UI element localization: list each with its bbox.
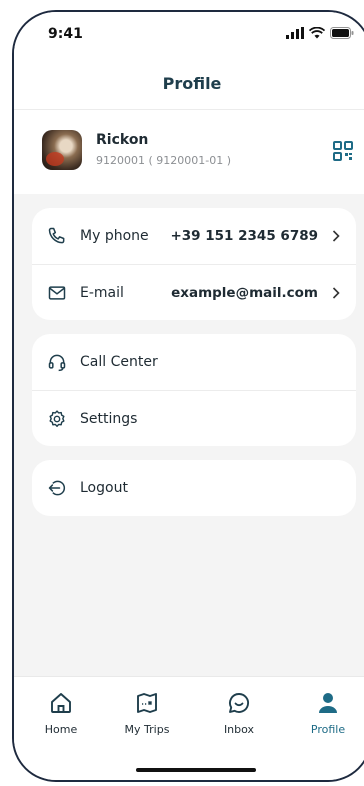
tab-my-trips-label: My Trips — [124, 723, 170, 736]
tab-inbox[interactable]: Inbox — [204, 691, 274, 736]
contact-group: My phone +39 151 2345 6789 E-mail exampl… — [32, 208, 356, 320]
tab-home[interactable]: Home — [26, 691, 96, 736]
avatar — [42, 130, 82, 170]
qr-code-icon[interactable] — [332, 140, 354, 162]
tab-inbox-label: Inbox — [223, 723, 255, 736]
home-icon — [51, 693, 71, 713]
tab-my-trips[interactable]: My Trips — [112, 691, 182, 736]
tab-profile-label: Profile — [310, 723, 346, 736]
cellular-signal-icon — [286, 27, 304, 39]
status-bar: 9:41 — [14, 12, 364, 58]
email-label: E-mail — [80, 284, 124, 301]
email-value: example@mail.com — [171, 284, 318, 301]
settings-row[interactable]: Settings — [32, 390, 356, 446]
chevron-right-icon — [330, 230, 342, 242]
phone-value: +39 151 2345 6789 — [170, 228, 318, 244]
profile-card[interactable]: Rickon 9120001 ( 9120001-01 ) — [14, 110, 364, 194]
home-indicator — [136, 768, 256, 772]
mail-icon — [46, 282, 68, 304]
logout-icon — [46, 477, 68, 499]
page-title: Profile — [162, 74, 222, 93]
call-center-row[interactable]: Call Center — [32, 334, 356, 390]
settings-label: Settings — [80, 410, 138, 427]
gear-icon — [46, 408, 68, 430]
page-header: Profile — [14, 58, 364, 110]
user-id: 9120001 ( 9120001-01 ) — [96, 154, 232, 167]
call-center-label: Call Center — [80, 354, 158, 370]
user-name: Rickon — [96, 132, 149, 148]
email-row[interactable]: E-mail example@mail.com — [32, 264, 356, 320]
battery-icon — [330, 27, 354, 39]
phone-icon — [46, 225, 68, 247]
chevron-right-icon — [330, 286, 342, 299]
status-time: 9:41 — [48, 26, 83, 42]
tab-profile[interactable]: Profile — [293, 691, 363, 736]
status-icons — [286, 27, 354, 39]
map-icon — [137, 693, 157, 713]
chat-icon — [229, 693, 250, 713]
headset-icon — [46, 351, 68, 373]
tab-home-label: Home — [44, 723, 78, 736]
logout-row[interactable]: Logout — [32, 460, 356, 516]
phone-frame: 9:41 Profile Rickon 9120001 (9120001-01… — [12, 10, 364, 782]
logout-group: Logout — [32, 460, 356, 516]
user-icon — [319, 693, 337, 713]
phone-row[interactable]: My phone +39 151 2345 6789 — [32, 208, 356, 264]
support-group: Call Center Settings — [32, 334, 356, 446]
bottom-tab-bar: Home My Trips Inbox Profile — [14, 676, 364, 780]
logout-label: Logout — [80, 480, 128, 496]
phone-label: My phone — [80, 228, 149, 244]
wifi-icon — [309, 27, 325, 39]
